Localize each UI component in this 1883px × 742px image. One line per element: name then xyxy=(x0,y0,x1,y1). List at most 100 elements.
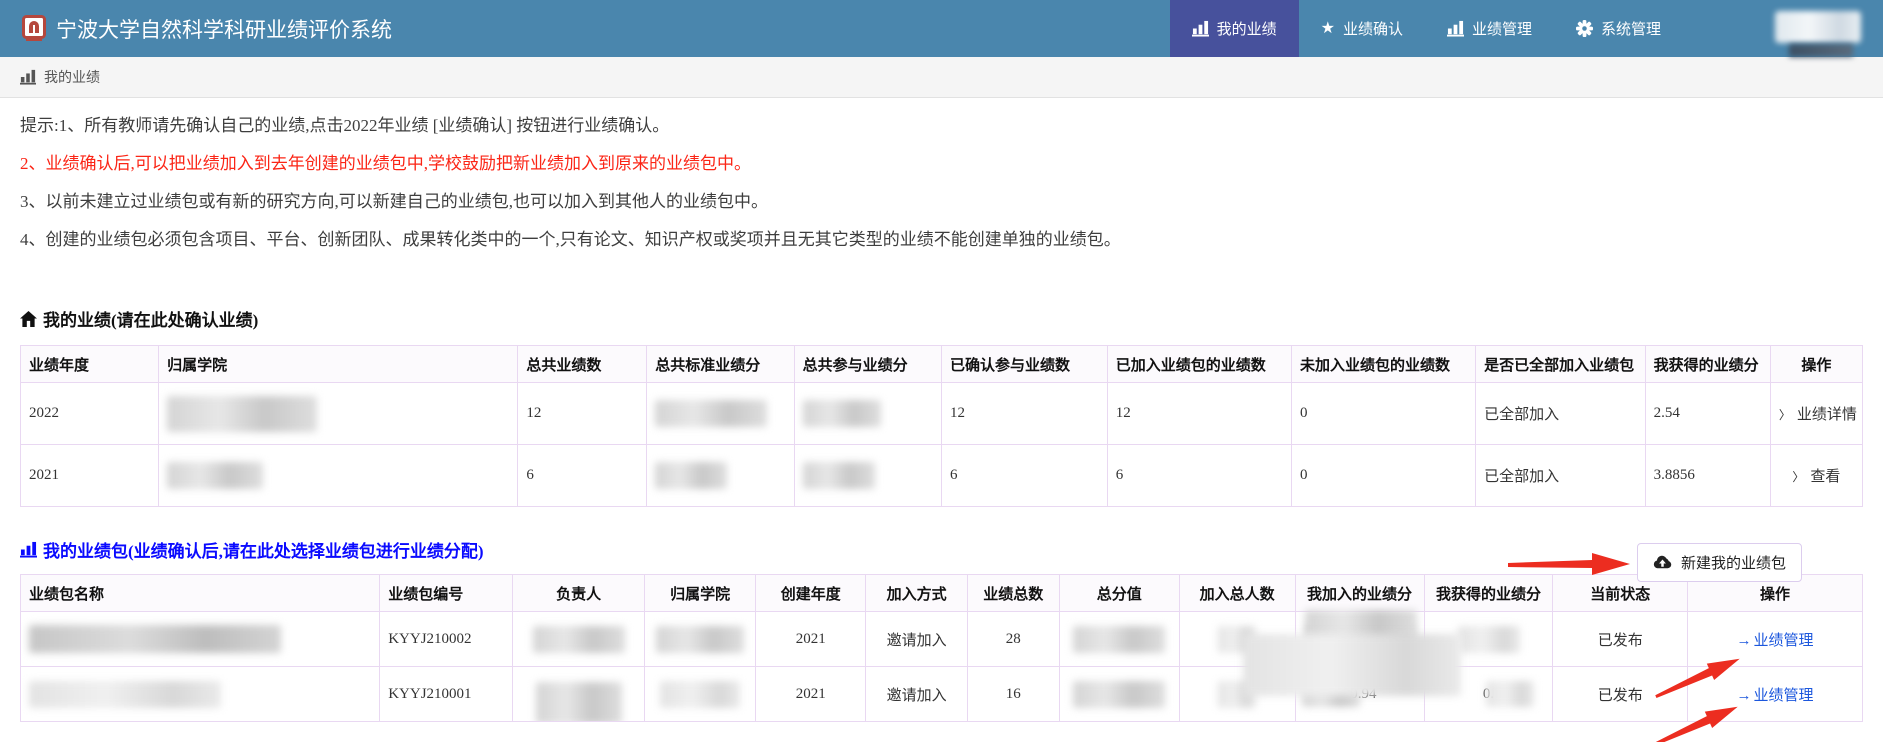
cell-owner xyxy=(512,667,645,722)
cell-college xyxy=(159,383,518,445)
cell-part-score xyxy=(794,383,941,445)
tip-line-4: 4、创建的业绩包必须包含项目、平台、创新团队、成果转化类中的一个,只有论文、知识… xyxy=(20,228,1863,252)
col-header: 负责人 xyxy=(512,575,645,612)
redacted-blob xyxy=(1486,681,1534,707)
cell-join-mode: 邀请加入 xyxy=(866,667,967,722)
package-manage-link[interactable]: →业绩管理 xyxy=(1736,633,1813,649)
chevron-right-icon: 〉 xyxy=(1792,470,1804,484)
nav-item-my-performance[interactable]: 我的业绩 xyxy=(1170,0,1299,57)
col-header: 是否已全部加入业绩包 xyxy=(1476,346,1645,383)
tip-line-3: 3、以前未建立过业绩包或有新的研究方向,可以新建自己的业绩包,也可以加入到其他人… xyxy=(20,190,1863,214)
redacted-blob xyxy=(533,626,625,653)
table-row: KYYJ210002 2021 邀请加入 28 已发布 →业绩管理 xyxy=(21,612,1863,667)
cloud-upload-icon xyxy=(1653,555,1672,570)
redacted-blob xyxy=(1243,634,1461,696)
home-icon xyxy=(20,311,37,327)
redacted-blob xyxy=(29,625,281,653)
bar-chart-icon xyxy=(1447,20,1464,37)
main-nav: 我的业绩 ★ 业绩确认 业绩管理 xyxy=(1170,0,1683,57)
nav-item-performance-confirm[interactable]: ★ 业绩确认 xyxy=(1299,0,1425,57)
nav-label: 业绩管理 xyxy=(1472,18,1532,39)
cell-part-score xyxy=(794,445,941,507)
section-title-text: 我的业绩包(业绩确认后,请在此处选择业绩包进行业绩分配) xyxy=(43,537,484,562)
col-header: 总共业绩数 xyxy=(518,346,647,383)
cell-not-in-package: 0 xyxy=(1291,445,1475,507)
section-title-my-packages: 我的业绩包(业绩确认后,请在此处选择业绩包进行业绩分配) xyxy=(20,537,1863,562)
cell-confirmed: 6 xyxy=(941,445,1107,507)
nav-item-performance-manage[interactable]: 业绩管理 xyxy=(1425,0,1554,57)
col-header: 业绩包名称 xyxy=(21,575,380,612)
cell-year: 2021 xyxy=(755,612,866,667)
col-header: 操作 xyxy=(1770,346,1862,383)
cell-not-in-package: 0 xyxy=(1291,383,1475,445)
main-content: 提示:1、所有教师请先确认自己的业绩,点击2022年业绩 [业绩确认] 按钮进行… xyxy=(0,98,1883,722)
col-header: 我获得的业绩分 xyxy=(1645,346,1770,383)
breadcrumb: 我的业绩 xyxy=(0,57,1883,98)
col-header: 加入方式 xyxy=(866,575,967,612)
cell-join-mode: 邀请加入 xyxy=(866,612,967,667)
breadcrumb-label[interactable]: 我的业绩 xyxy=(44,67,100,87)
cell-year: 2021 xyxy=(755,667,866,722)
nav-label: 业绩确认 xyxy=(1343,18,1403,39)
col-header: 业绩总数 xyxy=(967,575,1059,612)
cell-status: 已发布 xyxy=(1553,612,1687,667)
cell-pkg-name xyxy=(21,612,380,667)
performance-detail-link[interactable]: 〉业绩详情 xyxy=(1779,407,1857,423)
cell-all-joined: 已全部加入 xyxy=(1476,445,1645,507)
new-package-button[interactable]: 新建我的业绩包 xyxy=(1637,543,1802,582)
col-header: 总分值 xyxy=(1059,575,1179,612)
redacted-blob xyxy=(1458,626,1520,653)
redacted-blob xyxy=(29,681,221,708)
col-header: 已确认参与业绩数 xyxy=(941,346,1107,383)
cell-my-score: 3.8856 xyxy=(1645,445,1770,507)
redacted-username-blob[interactable] xyxy=(1775,11,1861,43)
redacted-blob xyxy=(655,400,767,427)
col-header: 已加入业绩包的业绩数 xyxy=(1107,346,1291,383)
cell-year: 2021 xyxy=(21,445,159,507)
table-header-row: 业绩年度 归属学院 总共业绩数 总共标准业绩分 总共参与业绩分 已确认参与业绩数… xyxy=(21,346,1863,383)
nav-item-system-manage[interactable]: 系统管理 xyxy=(1554,0,1683,57)
table-header-row: 业绩包名称 业绩包编号 负责人 归属学院 创建年度 加入方式 业绩总数 总分值 … xyxy=(21,575,1863,612)
my-packages-table: 业绩包名称 业绩包编号 负责人 归属学院 创建年度 加入方式 业绩总数 总分值 … xyxy=(20,574,1863,722)
section-title-my-performance: 我的业绩(请在此处确认业绩) xyxy=(20,306,1863,331)
cell-all-joined: 已全部加入 xyxy=(1476,383,1645,445)
redacted-blob xyxy=(167,396,317,432)
gear-icon xyxy=(1576,20,1593,37)
my-performance-table: 业绩年度 归属学院 总共业绩数 总共标准业绩分 总共参与业绩分 已确认参与业绩数… xyxy=(20,345,1863,507)
top-bar: 宁波大学自然科学科研业绩评价系统 我的业绩 ★ 业绩确认 业绩管理 xyxy=(0,0,1883,57)
cell-in-package: 6 xyxy=(1107,445,1291,507)
chevron-right-icon: 〉 xyxy=(1779,408,1791,422)
cell-total-score xyxy=(1059,612,1179,667)
col-header: 加入总人数 xyxy=(1179,575,1295,612)
redacted-blob xyxy=(660,681,740,708)
cell-college xyxy=(159,445,518,507)
cell-owner xyxy=(512,612,645,667)
nav-label: 我的业绩 xyxy=(1217,18,1277,39)
table-row: 2022 12 12 12 0 已全部加入 2.54 〉业绩详情 xyxy=(21,383,1863,445)
nav-label: 系统管理 xyxy=(1601,18,1661,39)
bar-chart-icon xyxy=(20,541,37,558)
cell-total: 6 xyxy=(518,445,647,507)
bar-chart-icon xyxy=(1192,20,1209,37)
package-manage-link[interactable]: →业绩管理 xyxy=(1736,688,1813,704)
performance-view-link[interactable]: 〉查看 xyxy=(1792,469,1840,485)
col-header: 业绩包编号 xyxy=(380,575,513,612)
section-title-text: 我的业绩(请在此处确认业绩) xyxy=(43,306,258,331)
cell-college xyxy=(645,612,756,667)
col-header: 创建年度 xyxy=(755,575,866,612)
cell-status: 已发布 xyxy=(1553,667,1687,722)
col-header: 我获得的业绩分 xyxy=(1424,575,1553,612)
cell-pkg-name xyxy=(21,667,380,722)
cell-total-score xyxy=(1059,667,1179,722)
tip-line-1: 提示:1、所有教师请先确认自己的业绩,点击2022年业绩 [业绩确认] 按钮进行… xyxy=(20,114,1863,138)
app-logo-icon xyxy=(22,15,46,42)
cell-year: 2022 xyxy=(21,383,159,445)
arrow-right-icon: → xyxy=(1736,633,1751,649)
redacted-blob xyxy=(167,462,263,489)
col-header: 业绩年度 xyxy=(21,346,159,383)
redacted-blob xyxy=(656,626,744,653)
cell-my-score: 2.54 xyxy=(1645,383,1770,445)
col-header: 归属学院 xyxy=(159,346,518,383)
page: 宁波大学自然科学科研业绩评价系统 我的业绩 ★ 业绩确认 业绩管理 xyxy=(0,0,1883,742)
col-header: 归属学院 xyxy=(645,575,756,612)
